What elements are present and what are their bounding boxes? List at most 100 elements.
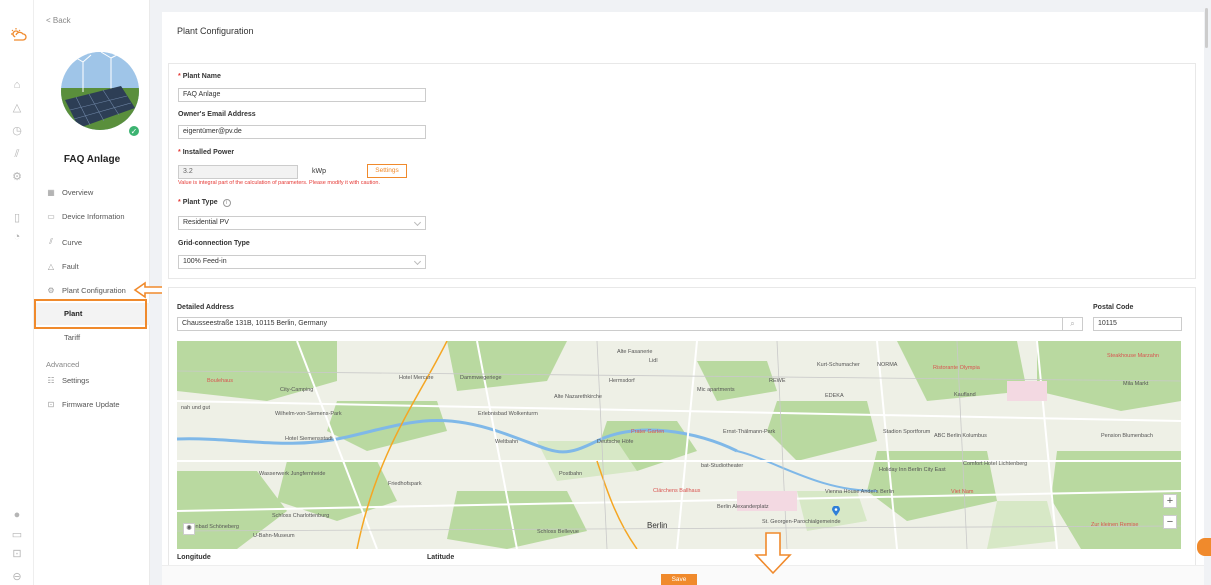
tools-icon[interactable]: ⚙ [10,170,24,184]
icon-rail: ⌂ △ ◷ ⫽ ⚙ ▯ ◔ ● ▭ ⊡ ⊖ [0,0,34,585]
map-label: Berlin Alexanderplatz [717,504,769,510]
monitor-icon[interactable]: ▭ [10,528,24,542]
plant-type-select[interactable]: Residential PV [178,216,426,230]
chart-icon[interactable]: ⫽ [10,147,24,161]
owner-email-input[interactable]: eigentümer@pv.de [178,125,426,139]
map-label: Clärchens Ballhaus [653,488,701,494]
menu-firmware-update-label: Firmware Update [62,400,120,409]
clock-icon[interactable]: ◷ [10,124,24,138]
gear-icon: ⚙ [47,286,55,295]
zoom-in-button[interactable]: + [1163,494,1177,508]
menu-curve-label: Curve [62,237,83,247]
menu-settings[interactable]: ☷ Settings [46,376,89,385]
map-label: Stadion Sportforum [883,429,931,435]
map-label: Wasserwerk Jungfernheide [259,471,326,477]
curve-icon: ⫽ [49,237,53,246]
sun-cloud-logo-icon[interactable] [9,27,27,43]
map-label: Holiday Inn Berlin City East [879,467,946,473]
info-icon[interactable]: i [222,199,231,207]
down-arrow-annotation-icon [754,532,792,575]
menu-overview[interactable]: ▦ Overview [46,188,93,197]
map-label: Hermsdorf [609,378,635,384]
grid-type-select[interactable]: 100% Feed-in [178,255,426,269]
menu-overview-label: Overview [62,188,94,197]
map-label: City-Camping [280,387,314,393]
address-card: Detailed Address Chausseestraße 131B, 10… [168,287,1196,585]
postal-code-input[interactable]: 10115 [1093,317,1182,331]
map-label: U-Bahn-Museum [253,533,295,539]
plant-avatar [61,52,139,130]
menu-advanced-label: Advanced [46,360,80,369]
main-panel: Plant Configuration * Plant Name FAQ Anla… [162,12,1204,585]
grid-icon: ▦ [47,188,55,197]
map-label: REWE [769,378,786,384]
map-label: Comfort Hotel Lichtenberg [963,461,1028,467]
map-label: Schloss Bellevue [537,529,579,535]
map-label: Weltbahn [495,439,519,445]
map-label: Prater Garten [631,429,665,435]
address-search-icon[interactable]: ⌕ [1063,317,1083,331]
detailed-address-input[interactable]: Chausseestraße 131B, 10115 Berlin, Germa… [177,317,1063,331]
map-label: Friedhofspark [388,481,422,487]
firmware-icon: ⊡ [47,400,55,409]
menu-device-information[interactable]: ▭ Device Information [46,212,124,221]
installed-power-label-text: Installed Power [182,149,235,156]
logout-icon[interactable]: ⊖ [10,570,24,584]
time-icon[interactable]: ◔ [10,230,24,244]
map-label: Deutsche Höfe [597,439,634,445]
menu-advanced-heading: Advanced [46,360,79,369]
zoom-out-button[interactable]: − [1163,515,1177,529]
device-icon[interactable]: ▯ [10,211,24,225]
alarm-icon[interactable]: △ [10,101,24,115]
map-label: Zur kleinen Remise [1091,522,1139,528]
map-label: Boulehaus [207,378,233,384]
map-label: Schloss Charlottenburg [272,513,330,519]
map-label: Ernst-Thälmann-Park [723,429,776,435]
map-label: Alte Fasanerie [617,349,653,355]
back-link[interactable]: < Back [46,16,71,25]
map-label: Hotel Mercure [399,375,434,381]
map-label: St. Georgen-Parochialgemeinde [762,519,841,525]
warning-icon: △ [47,262,55,271]
menu-plant-configuration[interactable]: ⚙ Plant Configuration [46,286,125,295]
postal-code-label: Postal Code [1093,304,1134,311]
page-scrollbar[interactable] [1205,8,1208,48]
map-label: Steakhouse Marzahn [1107,353,1159,359]
menu-fault[interactable]: △ Fault [46,262,79,271]
map-label: ABC Berlin Kolumbus [934,433,987,439]
owner-email-label: Owner's Email Address [178,111,256,118]
submenu-tariff[interactable]: Tariff [34,327,150,349]
floating-help-button[interactable] [1197,538,1211,556]
longitude-label: Longitude [177,554,211,561]
grid-type-label: Grid-connection Type [178,240,250,247]
map-label: Vienna House Andel's Berlin [825,489,895,495]
plant-name-title: FAQ Anlage [63,154,121,165]
home-icon[interactable]: ⌂ [10,78,24,92]
map-label: bat-Studiotheater [701,463,744,469]
map-label: Ristorante Olympia [933,365,980,371]
save-button[interactable]: Save [661,574,697,585]
map-label: Hotel Siemensstadt [285,436,333,442]
installed-power-warning: Value is integral part of the calculatio… [178,180,380,186]
page-title: Plant Configuration [177,26,254,36]
menu-firmware-update[interactable]: ⊡ Firmware Update [46,400,120,409]
screen-icon[interactable]: ⊡ [10,547,24,561]
installed-power-settings-button[interactable]: Settings [367,164,407,178]
map-pin-icon[interactable] [832,506,840,516]
locate-icon[interactable]: ✺ [183,523,195,535]
plant-name-input[interactable]: FAQ Anlage [178,88,426,102]
settings-icon: ☷ [47,376,55,385]
location-map[interactable]: Alte Fasanerie Lidl Hermsdorf NORMA Kurt… [177,341,1181,549]
map-label: Wilhelm-von-Siemens-Park [275,411,342,417]
menu-curve[interactable]: ⫽ Curve [46,237,82,247]
map-label: EDEKA [825,393,844,399]
installed-power-input[interactable]: 3.2 [178,165,298,179]
dot-icon[interactable]: ● [10,508,24,522]
map-label: nah und gut [181,405,211,411]
map-label: Berlin [647,521,668,530]
latitude-label: Latitude [427,554,455,561]
plant-name-label-text: Plant Name [182,73,221,80]
map-label: Dammwegeriege [460,375,502,381]
plant-info-card: * Plant Name FAQ Anlage Owner's Email Add… [168,63,1196,279]
map-label: Postbahn [559,471,583,477]
